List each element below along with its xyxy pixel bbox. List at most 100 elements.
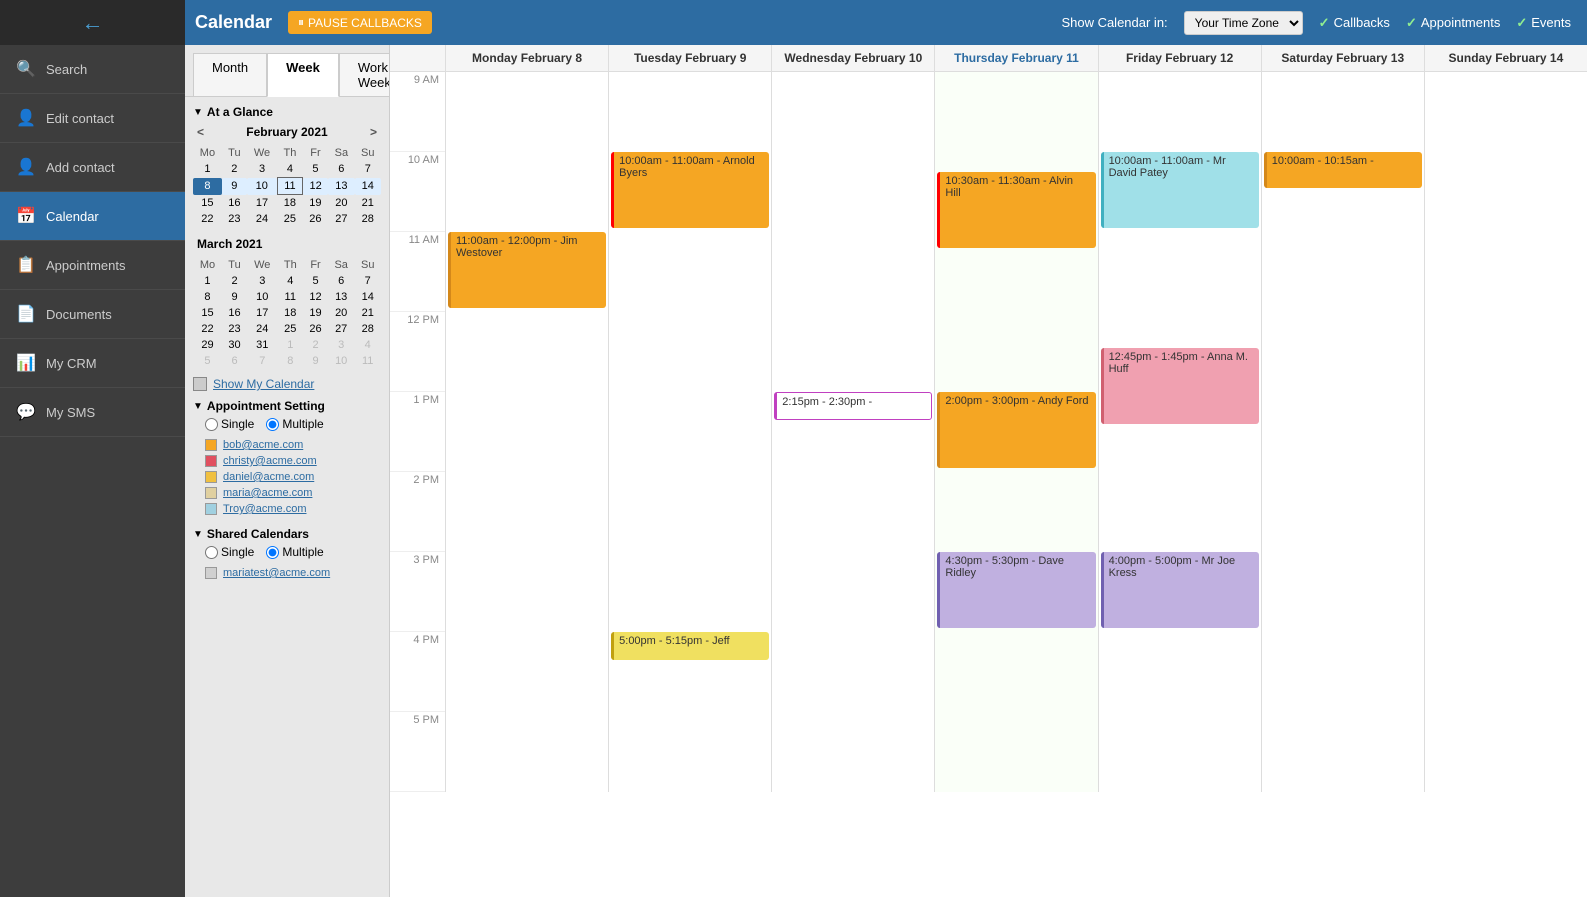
apr-10[interactable]: 10 (328, 353, 355, 369)
february-prev[interactable]: < (197, 125, 204, 139)
feb-11[interactable]: 11 (277, 178, 303, 195)
mar-next-1[interactable]: 1 (277, 337, 303, 353)
feb-26[interactable]: 26 (303, 211, 328, 227)
day-col-friday[interactable]: 10:00am - 11:00am - Mr David Patey 12:45… (1098, 72, 1261, 792)
mar-17[interactable]: 17 (247, 305, 277, 321)
back-button[interactable]: ← (0, 0, 185, 45)
mar-20[interactable]: 20 (328, 305, 355, 321)
feb-9[interactable]: 9 (222, 178, 247, 195)
apr-5[interactable]: 5 (193, 353, 222, 369)
apr-11[interactable]: 11 (354, 353, 381, 369)
feb-14[interactable]: 14 (355, 178, 381, 195)
mar-5[interactable]: 5 (303, 273, 328, 289)
shared-single-radio[interactable]: Single (205, 545, 254, 559)
event-andy-ford[interactable]: 2:00pm - 3:00pm - Andy Ford (937, 392, 1095, 468)
feb-6[interactable]: 6 (328, 161, 354, 178)
email-maria[interactable]: maria@acme.com (205, 485, 381, 501)
feb-16[interactable]: 16 (222, 195, 247, 212)
feb-13[interactable]: 13 (328, 178, 354, 195)
mar-10[interactable]: 10 (247, 289, 277, 305)
event-arnold-byers[interactable]: 10:00am - 11:00am - Arnold Byers (611, 152, 769, 228)
feb-28[interactable]: 28 (355, 211, 381, 227)
mar-19[interactable]: 19 (303, 305, 328, 321)
feb-15[interactable]: 15 (193, 195, 222, 212)
apr-9[interactable]: 9 (303, 353, 328, 369)
calendar-grid[interactable]: 9 AM 10 AM 11 AM 12 PM 1 PM 2 PM 3 PM 4 … (390, 72, 1587, 897)
mar-next-4[interactable]: 4 (354, 337, 381, 353)
event-alvin-hill[interactable]: 10:30am - 11:30am - Alvin Hill (937, 172, 1095, 248)
appointments-toggle[interactable]: ✓ Appointments (1406, 15, 1500, 31)
day-col-sunday[interactable] (1424, 72, 1587, 792)
feb-17[interactable]: 17 (247, 195, 277, 212)
mar-28[interactable]: 28 (354, 321, 381, 337)
email-mariatest[interactable]: mariatest@acme.com (205, 565, 381, 581)
mar-16[interactable]: 16 (222, 305, 247, 321)
mar-31[interactable]: 31 (247, 337, 277, 353)
mar-26[interactable]: 26 (303, 321, 328, 337)
sidebar-item-my-crm[interactable]: 📊 My CRM (0, 339, 185, 388)
event-dave-ridley[interactable]: 4:30pm - 5:30pm - Dave Ridley (937, 552, 1095, 628)
mar-3[interactable]: 3 (247, 273, 277, 289)
mar-23[interactable]: 23 (222, 321, 247, 337)
sidebar-item-calendar[interactable]: 📅 Calendar (0, 192, 185, 241)
feb-21[interactable]: 21 (355, 195, 381, 212)
event-215-230[interactable]: 2:15pm - 2:30pm - (774, 392, 932, 420)
mar-7[interactable]: 7 (354, 273, 381, 289)
sidebar-item-documents[interactable]: 📄 Documents (0, 290, 185, 339)
mar-29[interactable]: 29 (193, 337, 222, 353)
sidebar-item-my-sms[interactable]: 💬 My SMS (0, 388, 185, 437)
mar-8[interactable]: 8 (193, 289, 222, 305)
feb-23[interactable]: 23 (222, 211, 247, 227)
sidebar-item-appointments[interactable]: 📋 Appointments (0, 241, 185, 290)
feb-7[interactable]: 7 (355, 161, 381, 178)
email-bob[interactable]: bob@acme.com (205, 437, 381, 453)
sidebar-item-search[interactable]: 🔍 Search (0, 45, 185, 94)
email-christy[interactable]: christy@acme.com (205, 453, 381, 469)
mar-12[interactable]: 12 (303, 289, 328, 305)
apr-8[interactable]: 8 (277, 353, 303, 369)
mar-25[interactable]: 25 (277, 321, 303, 337)
timezone-select[interactable]: Your Time Zone (1184, 11, 1303, 35)
event-david-patey[interactable]: 10:00am - 11:00am - Mr David Patey (1101, 152, 1259, 228)
feb-2[interactable]: 2 (222, 161, 247, 178)
shared-calendars-header[interactable]: ▼ Shared Calendars (193, 527, 381, 541)
single-radio[interactable]: Single (205, 417, 254, 431)
mar-1[interactable]: 1 (193, 273, 222, 289)
feb-4[interactable]: 4 (277, 161, 303, 178)
feb-22[interactable]: 22 (193, 211, 222, 227)
at-a-glance-header[interactable]: ▼ At a Glance (193, 105, 381, 119)
day-col-tuesday[interactable]: 10:00am - 11:00am - Arnold Byers 5:00pm … (608, 72, 771, 792)
feb-1[interactable]: 1 (193, 161, 222, 178)
tab-work-week[interactable]: Work Week (339, 53, 390, 96)
feb-8[interactable]: 8 (193, 178, 222, 195)
feb-10[interactable]: 10 (247, 178, 277, 195)
show-my-calendar[interactable]: Show My Calendar (193, 377, 381, 391)
day-col-monday[interactable]: 11:00am - 12:00pm - Jim Westover (445, 72, 608, 792)
feb-24[interactable]: 24 (247, 211, 277, 227)
events-toggle[interactable]: ✓ Events (1516, 15, 1571, 31)
mar-11[interactable]: 11 (277, 289, 303, 305)
mar-18[interactable]: 18 (277, 305, 303, 321)
mar-4[interactable]: 4 (277, 273, 303, 289)
tab-week[interactable]: Week (267, 53, 339, 97)
day-col-saturday[interactable]: 10:00am - 10:15am - (1261, 72, 1424, 792)
mar-9[interactable]: 9 (222, 289, 247, 305)
mar-2[interactable]: 2 (222, 273, 247, 289)
mar-14[interactable]: 14 (354, 289, 381, 305)
event-saturday-1000[interactable]: 10:00am - 10:15am - (1264, 152, 1422, 188)
mar-13[interactable]: 13 (328, 289, 355, 305)
mar-30[interactable]: 30 (222, 337, 247, 353)
mar-15[interactable]: 15 (193, 305, 222, 321)
mar-22[interactable]: 22 (193, 321, 222, 337)
email-troy[interactable]: Troy@acme.com (205, 501, 381, 517)
feb-27[interactable]: 27 (328, 211, 354, 227)
feb-19[interactable]: 19 (303, 195, 328, 212)
appointment-setting-header[interactable]: ▼ Appointment Setting (193, 399, 381, 413)
event-anna-huff[interactable]: 12:45pm - 1:45pm - Anna M. Huff (1101, 348, 1259, 424)
pause-callbacks-button[interactable]: PAUSE CALLBACKS (288, 11, 432, 34)
sidebar-item-edit-contact[interactable]: 👤 Edit contact (0, 94, 185, 143)
mar-27[interactable]: 27 (328, 321, 355, 337)
event-jeff[interactable]: 5:00pm - 5:15pm - Jeff (611, 632, 769, 660)
day-col-wednesday[interactable]: 2:15pm - 2:30pm - (771, 72, 934, 792)
feb-18[interactable]: 18 (277, 195, 303, 212)
